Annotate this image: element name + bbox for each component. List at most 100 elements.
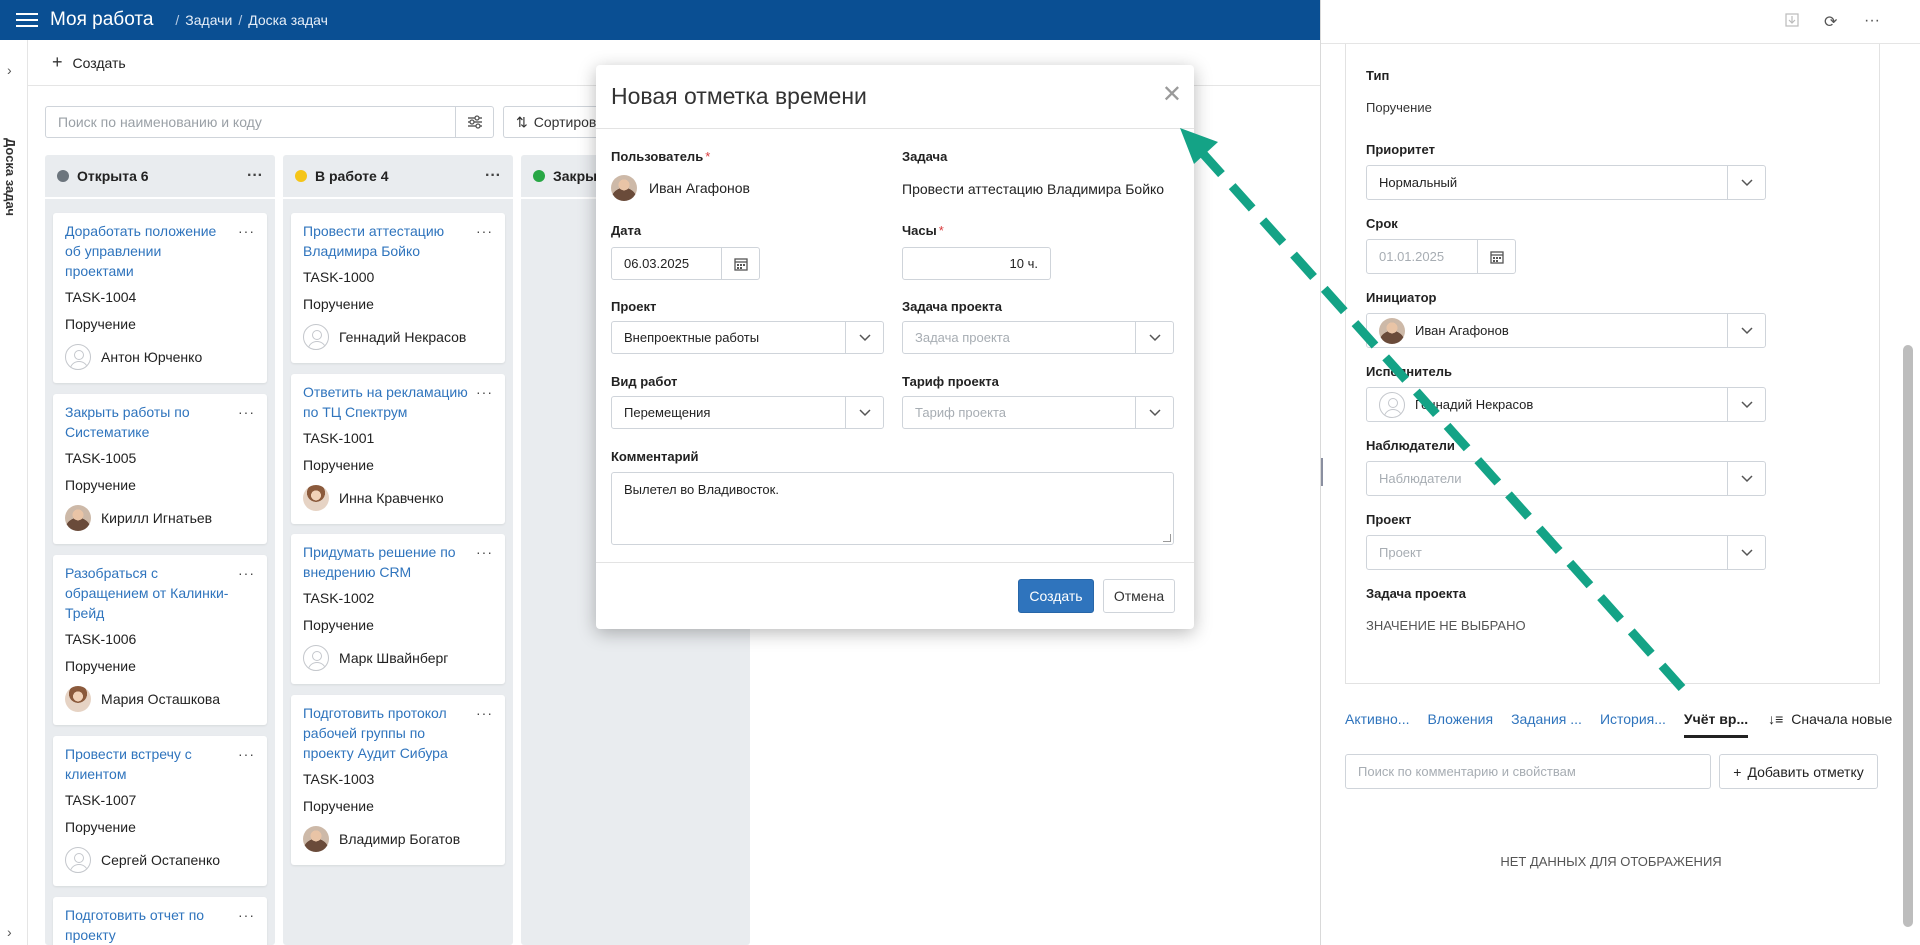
tab-time-tracking[interactable]: Учёт вр...	[1683, 711, 1749, 738]
project-value[interactable]: Внепроектные работы	[612, 330, 845, 345]
refresh-icon[interactable]: ⟳	[1824, 12, 1837, 32]
panel-project-placeholder[interactable]: Проект	[1367, 545, 1727, 560]
task-card[interactable]: Провести аттестацию Владимира Бойко ··· …	[291, 213, 505, 363]
more-icon[interactable]: ···	[476, 223, 493, 239]
more-icon[interactable]: ···	[485, 167, 501, 185]
observers-select[interactable]: Наблюдатели	[1366, 461, 1766, 496]
executor-select[interactable]: Геннадий Некрасов	[1366, 387, 1766, 422]
chevron-down-icon[interactable]	[1727, 314, 1765, 347]
chevron-right-icon[interactable]: ›	[7, 924, 12, 940]
tab-assignments[interactable]: Задания ...	[1511, 711, 1582, 727]
panel-scrollbar[interactable]	[1903, 345, 1913, 927]
download-icon[interactable]	[1784, 12, 1800, 33]
filter-settings-icon[interactable]	[455, 107, 493, 137]
more-icon[interactable]: ···	[238, 404, 255, 420]
chevron-down-icon[interactable]	[1727, 166, 1765, 199]
close-icon[interactable]: ✕	[1162, 83, 1182, 107]
due-placeholder[interactable]: 01.01.2025	[1367, 249, 1477, 264]
add-time-entry-button[interactable]: + Добавить отметку	[1719, 754, 1878, 789]
task-title[interactable]: Подготовить протокол рабочей группы по п…	[303, 703, 468, 763]
priority-select[interactable]: Нормальный	[1366, 165, 1766, 200]
task-title[interactable]: Провести встречу с клиентом	[65, 744, 230, 784]
breadcrumb-item-tasks[interactable]: Задачи	[185, 12, 232, 28]
tariff-select[interactable]: Тариф проекта	[902, 396, 1174, 429]
project-task-placeholder[interactable]: Задача проекта	[903, 330, 1135, 345]
date-field[interactable]: 06.03.2025	[611, 247, 760, 280]
initiator-select[interactable]: Иван Агафонов	[1366, 313, 1766, 348]
initiator-value[interactable]: Иван Агафонов	[1367, 317, 1727, 344]
board-search-input[interactable]	[46, 107, 455, 137]
tab-activity[interactable]: Активно...	[1345, 711, 1409, 727]
sort-button[interactable]: ⇅ Сортиров	[503, 106, 603, 138]
project-select[interactable]: Внепроектные работы	[611, 321, 884, 354]
hours-value[interactable]: 10 ч.	[903, 256, 1050, 271]
more-icon[interactable]: ···	[476, 384, 493, 400]
more-icon[interactable]: ···	[238, 907, 255, 923]
avatar	[65, 686, 91, 712]
task-code: TASK-1007	[65, 792, 137, 808]
more-icon[interactable]: ···	[476, 705, 493, 721]
calendar-icon[interactable]	[721, 248, 759, 279]
task-card[interactable]: Придумать решение по внедрению CRM ··· T…	[291, 534, 505, 684]
task-card[interactable]: Разобраться с обращением от Калинки-Трей…	[53, 555, 267, 725]
resize-grip-icon[interactable]	[1163, 534, 1171, 542]
more-icon[interactable]: ···	[238, 223, 255, 239]
chevron-down-icon[interactable]	[845, 322, 883, 353]
task-title[interactable]: Ответить на рекламацию по ТЦ Спектрум	[303, 382, 468, 422]
time-entries-search-input[interactable]	[1346, 755, 1710, 788]
more-icon[interactable]: ···	[1864, 12, 1880, 30]
create-button[interactable]: Создать	[1018, 579, 1094, 613]
task-code: TASK-1006	[65, 631, 137, 647]
chevron-right-icon[interactable]: ›	[7, 62, 12, 78]
task-title[interactable]: Подготовить отчет по проекту	[65, 905, 230, 945]
tab-attachments[interactable]: Вложения	[1427, 711, 1493, 727]
task-card[interactable]: Закрыть работы по Систематике ··· TASK-1…	[53, 394, 267, 544]
app-title[interactable]: Моя работа	[50, 9, 153, 31]
assignee-name: Мария Осташкова	[101, 691, 220, 707]
chevron-down-icon[interactable]	[845, 397, 883, 428]
chevron-down-icon[interactable]	[1135, 322, 1173, 353]
due-date-field[interactable]: 01.01.2025	[1366, 239, 1516, 274]
executor-value[interactable]: Геннадий Некрасов	[1367, 391, 1727, 418]
chevron-down-icon[interactable]	[1727, 536, 1765, 569]
tab-history[interactable]: История...	[1600, 711, 1666, 727]
more-icon[interactable]: ···	[476, 544, 493, 560]
time-entries-search	[1345, 754, 1711, 789]
chevron-down-icon[interactable]	[1727, 388, 1765, 421]
breadcrumb-item-board[interactable]: Доска задач	[248, 12, 328, 28]
task-title[interactable]: Придумать решение по внедрению CRM	[303, 542, 468, 582]
menu-icon[interactable]	[16, 13, 38, 27]
project-task-select[interactable]: Задача проекта	[902, 321, 1174, 354]
more-icon[interactable]: ···	[238, 746, 255, 762]
chevron-down-icon[interactable]	[1727, 462, 1765, 495]
create-button-label: Создать	[72, 54, 126, 71]
hours-field[interactable]: 10 ч.	[902, 247, 1051, 280]
more-icon[interactable]: ···	[238, 565, 255, 581]
cancel-button[interactable]: Отмена	[1103, 579, 1175, 613]
calendar-icon[interactable]	[1477, 240, 1515, 273]
tariff-placeholder[interactable]: Тариф проекта	[903, 405, 1135, 420]
comment-textarea[interactable]: Вылетел во Владивосток.	[611, 472, 1174, 545]
task-type: Поручение	[65, 658, 136, 674]
task-title[interactable]: Закрыть работы по Систематике	[65, 402, 230, 442]
observers-placeholder[interactable]: Наблюдатели	[1367, 471, 1727, 486]
task-title[interactable]: Разобраться с обращением от Калинки-Трей…	[65, 563, 230, 623]
priority-value[interactable]: Нормальный	[1367, 175, 1727, 190]
chevron-down-icon[interactable]	[1135, 397, 1173, 428]
date-value[interactable]: 06.03.2025	[612, 256, 721, 271]
task-title[interactable]: Провести аттестацию Владимира Бойко	[303, 221, 468, 261]
task-card[interactable]: Провести встречу с клиентом ··· TASK-100…	[53, 736, 267, 886]
more-icon[interactable]: ···	[247, 167, 263, 185]
sort-order-toggle[interactable]: ↓≡ Сначала новые	[1768, 711, 1892, 727]
task-card[interactable]: Подготовить отчет по проекту ···	[53, 897, 267, 945]
panel-project-select[interactable]: Проект	[1366, 535, 1766, 570]
work-type-value[interactable]: Перемещения	[612, 405, 845, 420]
work-type-select[interactable]: Перемещения	[611, 396, 884, 429]
comment-value[interactable]: Вылетел во Владивосток.	[624, 482, 779, 497]
panel-resize-handle[interactable]	[1321, 458, 1323, 486]
task-card[interactable]: Ответить на рекламацию по ТЦ Спектрум ··…	[291, 374, 505, 524]
task-card[interactable]: Подготовить протокол рабочей группы по п…	[291, 695, 505, 865]
create-button[interactable]: + Создать	[52, 52, 126, 73]
task-card[interactable]: Доработать положение об управлении проек…	[53, 213, 267, 383]
task-title[interactable]: Доработать положение об управлении проек…	[65, 221, 230, 281]
